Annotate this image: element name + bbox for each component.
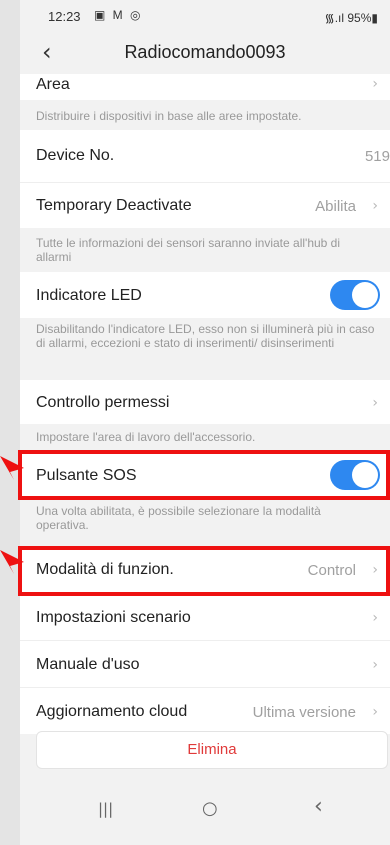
user-manual-label: Manuale d'uso [36,656,140,673]
cloud-update-value: Ultima versione [252,704,356,721]
device-no-row: Device No. 519 [20,130,390,182]
chevron-right-icon: › [372,704,378,720]
sos-hint: Una volta abilitata, è possibile selezio… [36,504,321,532]
notification-icons: ▣ M ◎ [94,8,143,22]
cloud-update-label: Aggiornamento cloud [36,703,188,720]
user-manual-row[interactable]: Manuale d'uso › [20,640,390,687]
cloud-update-row[interactable]: Aggiornamento cloud Ultima versione › [20,687,390,734]
chevron-right-icon: › [372,198,378,214]
recent-apps-icon[interactable]: ||| [98,800,113,818]
scene-settings-row[interactable]: Impostazioni scenario › [20,594,390,640]
chevron-right-icon: › [372,610,378,626]
led-indicator-hint: Disabilitando l'indicatore LED, esso non… [36,322,375,350]
chevron-right-icon: › [372,395,378,411]
signal-battery-indicator: ᯾.ıl 95%▮ [324,11,378,25]
permissions-row[interactable]: Controllo permessi › [20,380,390,424]
led-indicator-label: Indicatore LED [36,287,142,304]
page-title: Radiocomando0093 [124,42,286,62]
led-toggle[interactable] [330,280,380,310]
device-no-label: Device No. [36,147,115,164]
header: ‹ Radiocomando0093 [20,34,390,74]
toggle-knob [352,282,378,308]
left-margin [0,0,20,845]
device-no-value: 519 [364,148,390,165]
delete-button[interactable]: Elimina [36,731,388,769]
permissions-hint: Impostare l'area di lavoro dell'accessor… [36,430,256,444]
back-icon[interactable]: ‹ [314,794,323,819]
scene-settings-label: Impostazioni scenario [36,609,191,626]
temporary-deactivate-hint: Tutte le informazioni dei sensori sarann… [36,236,341,264]
area-hint: Distribuire i dispositivi in base alle a… [36,109,302,123]
area-row[interactable]: Area › [20,74,390,100]
temporary-deactivate-row[interactable]: Temporary Deactivate Abilita › [20,182,390,228]
chevron-right-icon: › [372,76,378,92]
temporary-deactivate-label: Temporary Deactivate [36,197,192,214]
sos-highlight-box [18,450,390,500]
status-time: 12:23 [48,9,81,24]
temporary-deactivate-value: Abilita [315,198,356,215]
phone-screen: 12:23 ▣ M ◎ ᯾.ıl 95%▮ ‹ Radiocomando0093… [20,0,390,845]
system-nav-bar: ||| ○ ‹ [20,778,390,845]
chevron-right-icon: › [372,657,378,673]
status-bar: 12:23 ▣ M ◎ ᯾.ıl 95%▮ [20,0,390,34]
home-icon[interactable]: ○ [202,798,218,819]
permissions-label: Controllo permessi [36,394,170,411]
led-indicator-row: Indicatore LED [20,272,390,318]
mode-highlight-box [18,546,390,596]
area-label: Area [36,76,70,93]
annotation-arrow [0,550,24,574]
annotation-arrow [0,456,24,480]
